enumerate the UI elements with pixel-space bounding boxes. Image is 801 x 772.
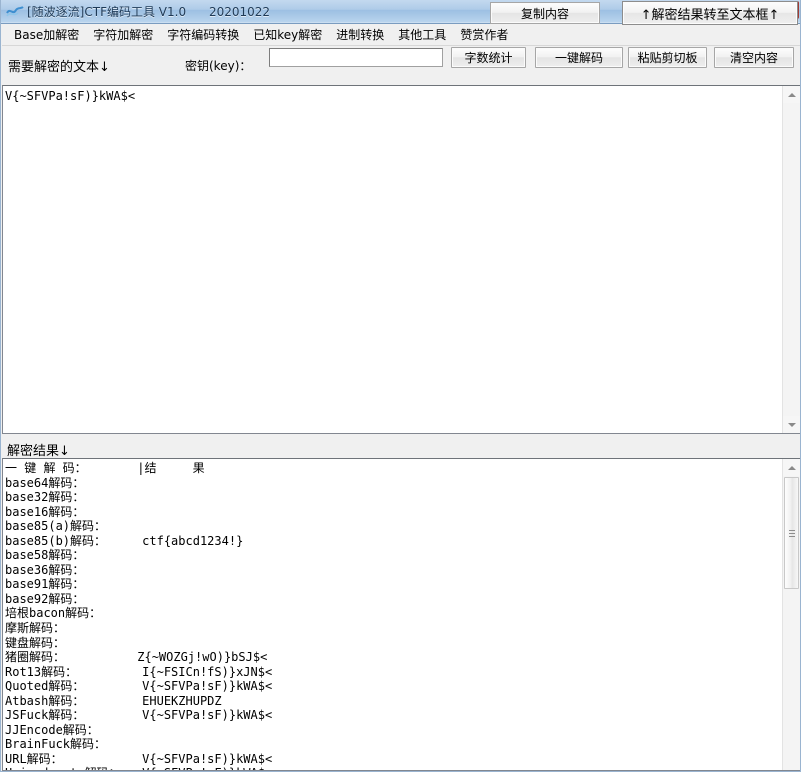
result-row[interactable]: Quoted解码： V{~SFVPa!sF)}kWA$< bbox=[5, 679, 783, 694]
result-row-label: 键盘解码： bbox=[5, 635, 138, 650]
result-row[interactable]: 键盘解码： bbox=[5, 636, 783, 651]
result-header-left: 一 键 解 码： bbox=[5, 461, 138, 475]
result-row[interactable]: base92解码： bbox=[5, 592, 783, 607]
result-row[interactable]: JJEncode解码： bbox=[5, 723, 783, 738]
chevron-down-icon bbox=[787, 422, 796, 427]
result-row-label: Rot13解码： bbox=[5, 664, 143, 679]
result-row-label: Atbash解码： bbox=[5, 693, 143, 708]
result-row[interactable]: base64解码： bbox=[5, 476, 783, 491]
source-text-label: 需要解密的文本↓ bbox=[8, 60, 110, 75]
window-title: [随波逐流]CTF编码工具 V1.0 20201022 bbox=[27, 5, 271, 19]
result-row[interactable]: BrainFuck解码： bbox=[5, 737, 783, 752]
result-row-label: base91解码： bbox=[5, 577, 143, 592]
result-vertical-scrollbar[interactable] bbox=[782, 459, 800, 770]
result-row[interactable]: 摩斯解码： bbox=[5, 621, 783, 636]
result-row-value: I{~FSICn!fS)}xJN$< bbox=[142, 664, 273, 679]
result-row-label: base16解码： bbox=[5, 504, 143, 519]
source-textarea-container: V{~SFVPa!sF)}kWA$< bbox=[2, 85, 800, 434]
result-row-value: V{~SFVPa!sF)}kWA$< bbox=[142, 708, 273, 723]
result-row[interactable]: base16解码： bbox=[5, 505, 783, 520]
result-list[interactable]: 一 键 解 码： |结 果 base64解码： base32解码： base16解… bbox=[3, 459, 783, 770]
result-list-container: 一 键 解 码： |结 果 base64解码： base32解码： base16解… bbox=[2, 458, 800, 771]
scroll-grip-icon bbox=[789, 530, 795, 537]
scroll-up-button[interactable] bbox=[783, 86, 800, 103]
menu-item-donate[interactable]: 赞赏作者 bbox=[453, 24, 515, 46]
result-row[interactable]: URL解码： V{~SFVPa!sF)}kWA$< bbox=[5, 752, 783, 767]
result-header-right: |结 果 bbox=[137, 461, 205, 475]
app-icon bbox=[6, 4, 24, 20]
result-row-label: base92解码： bbox=[5, 591, 143, 606]
result-to-textbox-button[interactable]: ↑解密结果转至文本框↑ bbox=[622, 1, 798, 25]
result-row-label: URL解码： bbox=[5, 751, 143, 766]
paste-clipboard-button[interactable]: 粘贴剪切板 bbox=[628, 47, 707, 68]
copy-content-button[interactable]: 复制内容 bbox=[490, 2, 600, 24]
scroll-down-button[interactable] bbox=[783, 416, 800, 433]
result-row[interactable]: base58解码： bbox=[5, 548, 783, 563]
key-label: 密钥(key)： bbox=[185, 59, 252, 73]
result-row[interactable]: Rot13解码： I{~FSICn!fS)}xJN$< bbox=[5, 665, 783, 680]
menu-item-other-tools[interactable]: 其他工具 bbox=[391, 24, 453, 46]
result-row-label: Unicode-str解码： bbox=[5, 766, 142, 770]
result-row-label: base85(a)解码： bbox=[5, 519, 143, 534]
result-row-label: base36解码： bbox=[5, 562, 143, 577]
result-row-value: Z{~WOZGj!wO)}bSJ$< bbox=[137, 650, 268, 665]
source-vertical-scrollbar[interactable] bbox=[782, 86, 800, 433]
menu-item-char-crypt[interactable]: 字符加解密 bbox=[86, 24, 160, 46]
result-row[interactable]: base32解码： bbox=[5, 490, 783, 505]
result-row-label: base58解码： bbox=[5, 548, 143, 563]
result-row-label: BrainFuck解码： bbox=[5, 737, 143, 752]
result-row-value: V{~SFVPa!sF)}kWA$< bbox=[142, 766, 272, 770]
one-click-decode-button[interactable]: 一键解码 bbox=[535, 47, 623, 68]
result-row[interactable]: base85(b)解码： ctf{abcd1234!} bbox=[5, 534, 783, 549]
result-row-label: Quoted解码： bbox=[5, 679, 143, 694]
key-input[interactable] bbox=[269, 48, 443, 67]
result-row-value: ctf{abcd1234!} bbox=[142, 533, 244, 548]
menu-item-known-key[interactable]: 已知key解密 bbox=[246, 24, 329, 46]
result-row-value: EHUEKZHUPDZ bbox=[142, 693, 222, 708]
result-row[interactable]: JSFuck解码： V{~SFVPa!sF)}kWA$< bbox=[5, 708, 783, 723]
result-row-value: V{~SFVPa!sF)}kWA$< bbox=[142, 751, 273, 766]
result-row-label: base32解码： bbox=[5, 490, 143, 505]
result-row-label: 猪圈解码： bbox=[5, 650, 138, 665]
result-row[interactable]: base85(a)解码： bbox=[5, 519, 783, 534]
result-row-value: V{~SFVPa!sF)}kWA$< bbox=[142, 679, 273, 694]
result-row-label: 培根bacon解码： bbox=[5, 606, 138, 621]
result-row-label: base85(b)解码： bbox=[5, 533, 143, 548]
clear-content-button[interactable]: 清空内容 bbox=[714, 47, 794, 68]
word-count-button[interactable]: 字数统计 bbox=[451, 47, 526, 68]
chevron-up-icon bbox=[787, 465, 796, 470]
result-scroll-up-button[interactable] bbox=[783, 459, 800, 476]
menu-item-base[interactable]: Base加解密 bbox=[7, 24, 86, 46]
result-row-label: 摩斯解码： bbox=[5, 621, 138, 636]
result-label: 解密结果↓ bbox=[7, 444, 70, 459]
menu-item-char-encoding[interactable]: 字符编码转换 bbox=[160, 24, 246, 46]
result-header-row: 一 键 解 码： |结 果 bbox=[5, 461, 783, 476]
chevron-up-icon bbox=[787, 92, 796, 97]
result-row[interactable]: 猪圈解码： Z{~WOZGj!wO)}bSJ$< bbox=[5, 650, 783, 665]
result-row[interactable]: Atbash解码： EHUEKZHUPDZ bbox=[5, 694, 783, 709]
result-row[interactable]: base36解码： bbox=[5, 563, 783, 578]
menu-bar: Base加解密 字符加解密 字符编码转换 已知key解密 进制转换 其他工具 赞… bbox=[2, 24, 800, 46]
source-textarea[interactable]: V{~SFVPa!sF)}kWA$< bbox=[3, 86, 783, 433]
result-row[interactable]: 培根bacon解码： bbox=[5, 606, 783, 621]
result-scroll-thumb[interactable] bbox=[784, 477, 799, 589]
application-window: [随波逐流]CTF编码工具 V1.0 20201022 ✕ Base加解密 字符… bbox=[0, 0, 801, 772]
result-row-label: JJEncode解码： bbox=[5, 722, 143, 737]
result-row[interactable]: Unicode-str解码： V{~SFVPa!sF)}kWA$< bbox=[5, 766, 783, 770]
result-row-label: JSFuck解码： bbox=[5, 708, 143, 723]
result-row-label: base64解码： bbox=[5, 475, 143, 490]
result-row[interactable]: base91解码： bbox=[5, 577, 783, 592]
menu-item-radix-convert[interactable]: 进制转换 bbox=[329, 24, 391, 46]
